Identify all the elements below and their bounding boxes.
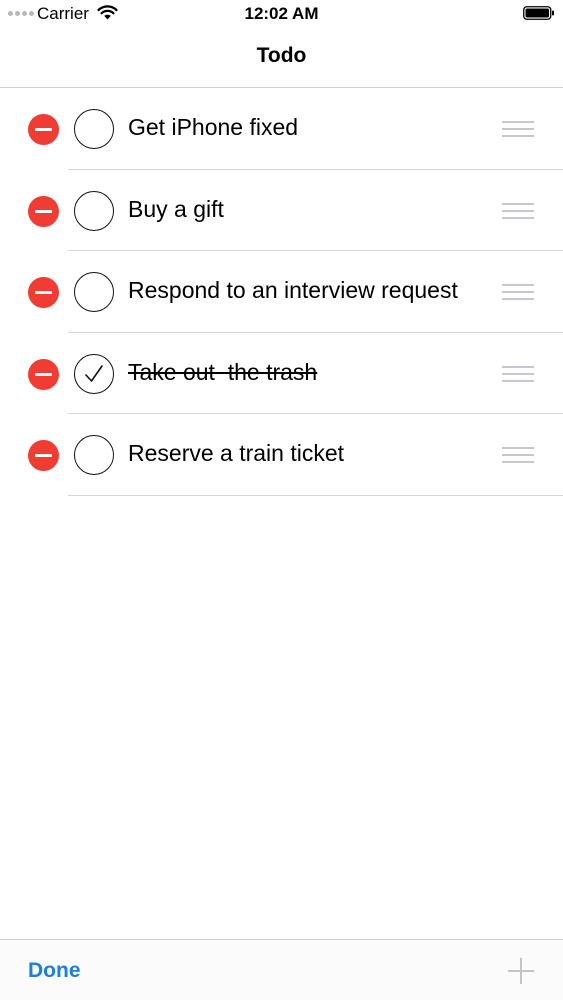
todo-title: Get iPhone fixed (128, 114, 299, 140)
status-bar: Carrier 12:02 AM (0, 0, 563, 28)
delete-icon[interactable] (28, 195, 59, 227)
unchecked-circle-icon[interactable] (74, 272, 114, 312)
done-button[interactable]: Done (28, 959, 81, 983)
todo-list: Get iPhone fixed Buy a gift Respond to an … (0, 88, 563, 496)
navigation-bar: Todo (0, 28, 563, 88)
status-time: 12:02 AM (244, 4, 319, 23)
todo-row[interactable]: Respond to an interview request (0, 251, 563, 333)
bottom-toolbar: Done (0, 939, 563, 1000)
battery-icon (523, 6, 554, 20)
todo-title: Respond to an interview request (128, 277, 458, 303)
row-separator (68, 494, 563, 496)
reorder-handle-icon[interactable] (502, 447, 534, 463)
delete-icon[interactable] (28, 440, 59, 471)
reorder-handle-icon[interactable] (502, 365, 534, 382)
checkmark-icon (85, 364, 103, 382)
unchecked-circle-icon[interactable] (74, 109, 114, 149)
plus-icon[interactable] (508, 958, 534, 984)
reorder-handle-icon[interactable] (502, 284, 534, 300)
checked-circle-icon[interactable] (74, 353, 114, 394)
todo-row[interactable]: Buy a gift (0, 170, 563, 251)
todo-row[interactable]: Reserve a train ticket (0, 414, 563, 496)
todo-title: Reserve a train ticket (128, 440, 345, 466)
todo-title: Buy a gift (128, 195, 224, 222)
delete-icon[interactable] (28, 277, 59, 308)
todo-title: Take out the trash (128, 358, 318, 385)
page-title: Todo (256, 44, 307, 67)
reorder-handle-icon[interactable] (502, 121, 534, 137)
delete-icon[interactable] (28, 114, 59, 145)
unchecked-circle-icon[interactable] (74, 435, 114, 475)
todo-row[interactable]: Get iPhone fixed (0, 88, 563, 170)
unchecked-circle-icon[interactable] (74, 190, 114, 231)
delete-icon[interactable] (28, 358, 59, 390)
todo-row[interactable]: Take out the trash (0, 333, 563, 414)
reorder-handle-icon[interactable] (502, 202, 534, 219)
